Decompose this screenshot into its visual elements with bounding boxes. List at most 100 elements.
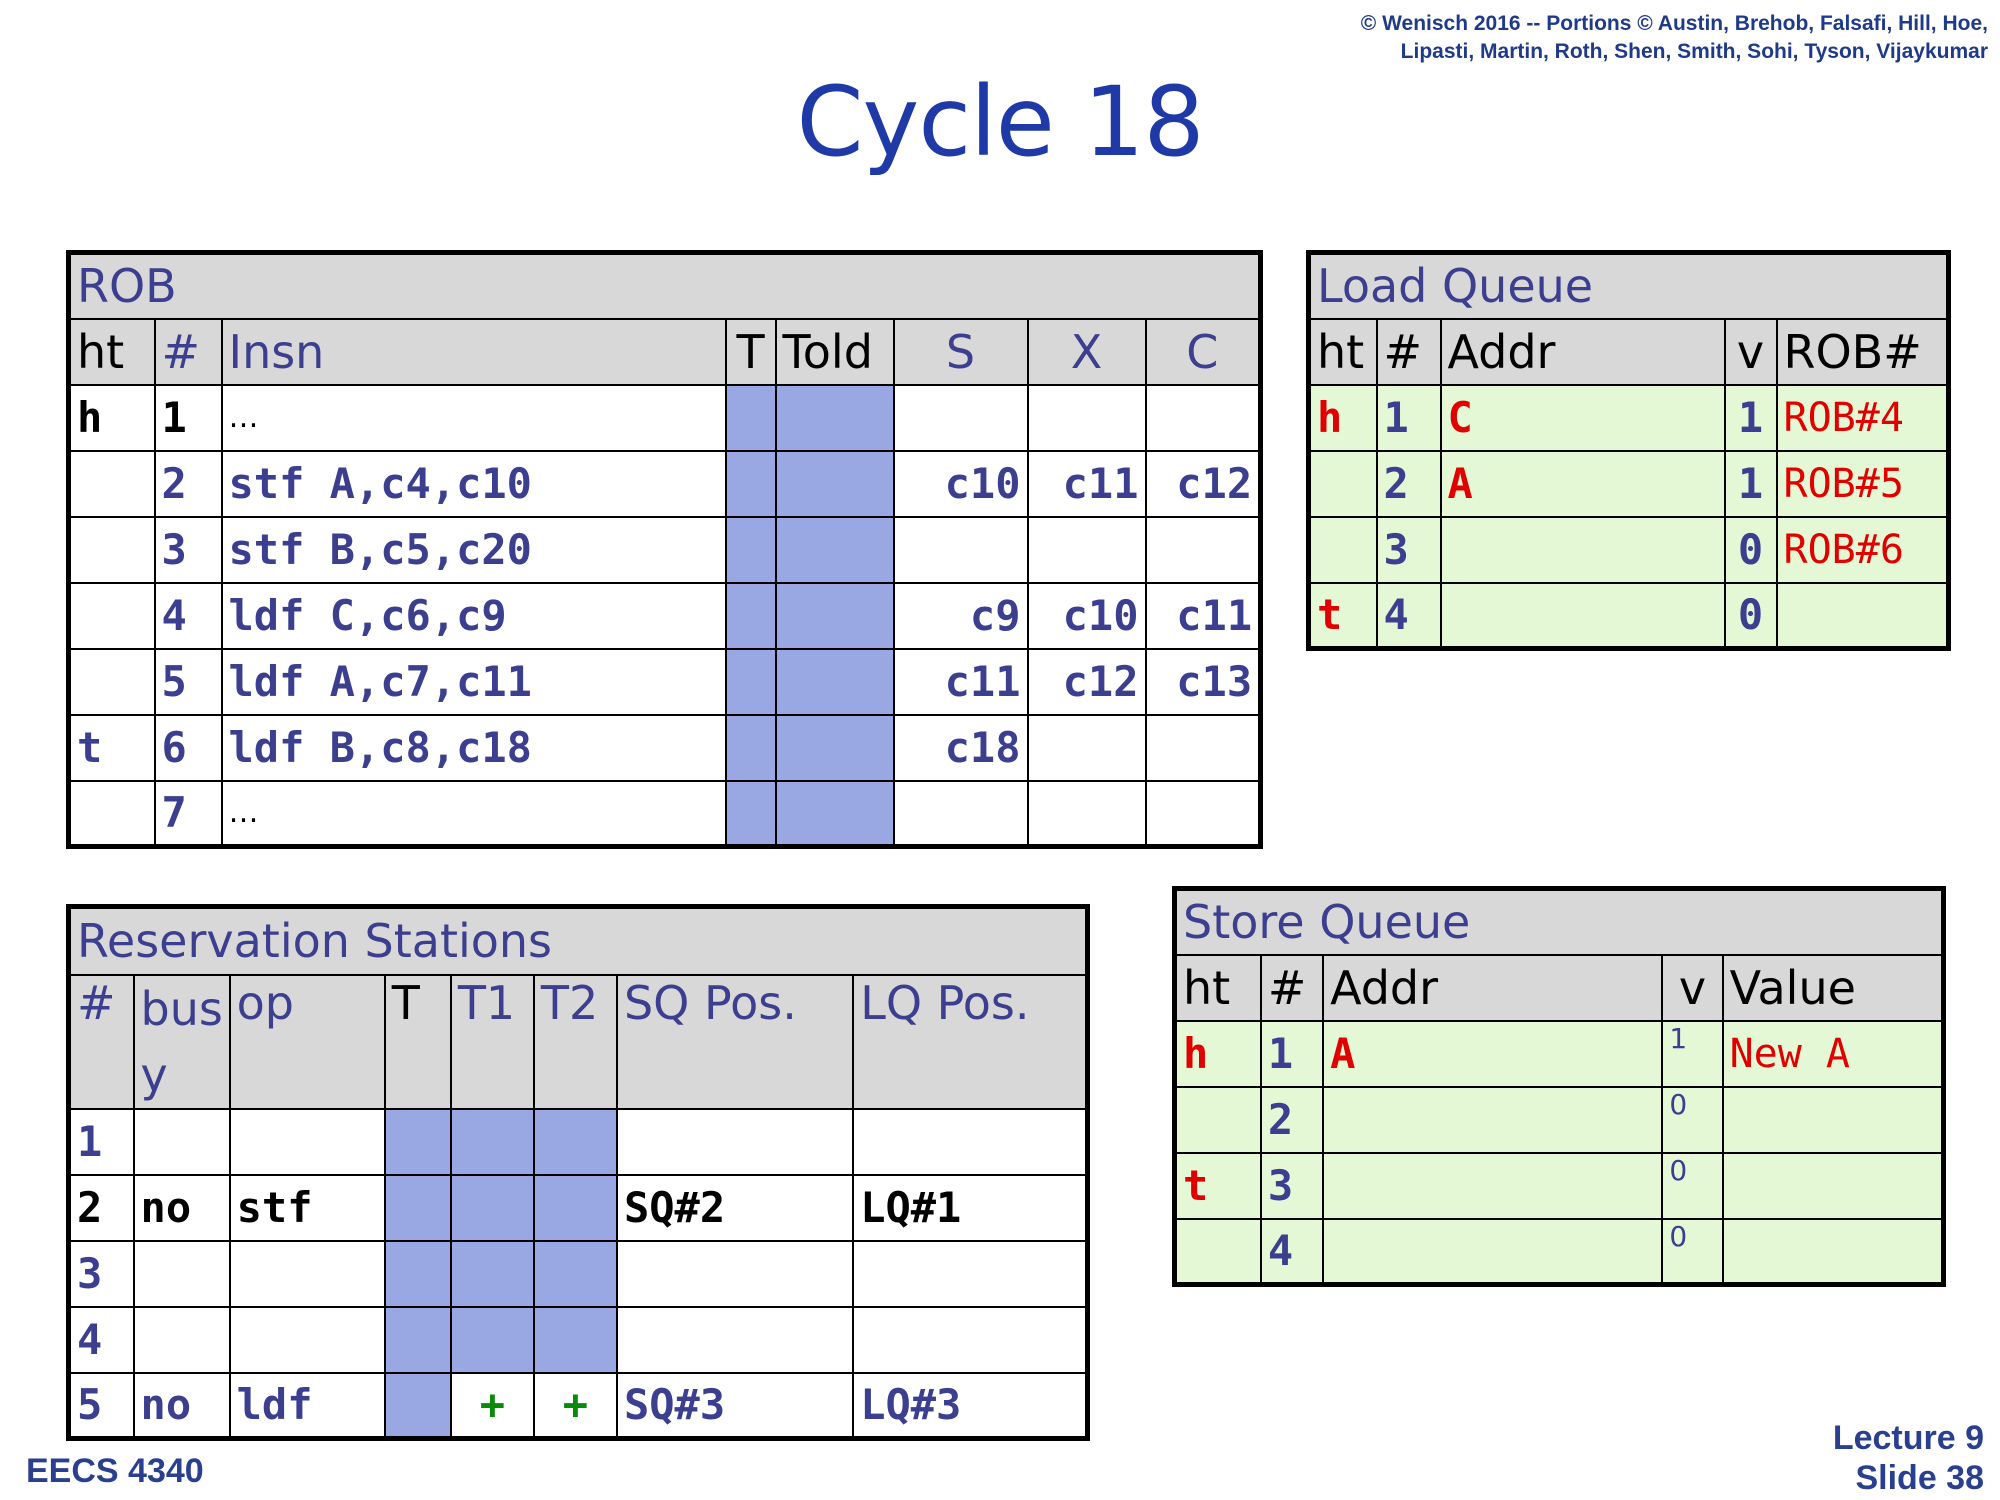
rs-header-t: T [383,973,452,1110]
rob-header-c: C [1144,317,1262,386]
rob-caption: ROB [67,251,1262,320]
sq-ht: h [1173,1019,1262,1088]
rs-sq: SQ#2 [615,1173,855,1242]
rs-lq: LQ#1 [852,1173,1089,1242]
rs-num: 1 [67,1107,135,1176]
rob-x: c12 [1026,647,1147,716]
rob-insn: stf A,c4,c10 [220,449,727,518]
rob-s [892,383,1029,452]
rs-t1 [449,1173,535,1242]
lq-rob: ROB#4 [1775,383,1950,452]
rob-row-2: 2 stf A,c4,c10 c10 c11 c12 [67,449,1262,518]
rs-lq [852,1305,1089,1374]
rob-told [774,449,895,518]
rob-t [724,449,777,518]
lq-v: 1 [1723,383,1778,452]
rob-t [724,647,777,716]
rob-ht [67,779,156,848]
rs-t1 [449,1305,535,1374]
rob-c [1144,713,1262,782]
rs-t2: + [532,1371,618,1440]
rob-s [892,515,1029,584]
rob-s: c9 [892,581,1029,650]
rob-num: 5 [153,647,223,716]
lq-num: 3 [1375,515,1442,584]
copyright-notice: © Wenisch 2016 -- Portions © Austin, Bre… [1188,10,1988,66]
lq-addr: C [1439,383,1726,452]
reservation-stations-table: Reservation Stations # bus y op T T1 T2 S… [66,904,1090,1441]
rs-header-sq: SQ Pos. [615,973,855,1110]
rs-lq: LQ#3 [852,1371,1089,1440]
lq-row-1: h 1 C 1 ROB#4 [1307,383,1950,452]
rs-row-4: 4 [67,1305,1089,1374]
rs-row-3: 3 [67,1239,1089,1308]
load-queue-caption: Load Queue [1307,251,1950,320]
rob-ht: h [67,383,156,452]
rob-num: 4 [153,581,223,650]
rs-header-busy-line2: y [140,1047,168,1102]
rob-ht [67,581,156,650]
rs-busy: no [132,1371,231,1440]
sq-v: 0 [1661,1151,1724,1220]
rob-c [1144,779,1262,848]
rs-t1 [449,1107,535,1176]
rs-sq [615,1305,855,1374]
lq-row-4: t 4 0 [1307,581,1950,650]
lq-v: 0 [1723,581,1778,650]
lq-ht [1307,449,1378,518]
sq-num: 1 [1259,1019,1325,1088]
rob-header-t: T [724,317,777,386]
lq-row-3: 3 0 ROB#6 [1307,515,1950,584]
sq-value [1721,1151,1945,1220]
rob-told [774,383,895,452]
sq-header-addr: Addr [1322,953,1664,1022]
sq-addr [1322,1217,1664,1286]
lq-header-num: # [1375,317,1442,386]
lq-row-2: 2 A 1 ROB#5 [1307,449,1950,518]
rs-header-t1: T1 [449,973,535,1110]
lq-header-rob: ROB# [1775,317,1950,386]
store-queue-caption: Store Queue [1173,887,1945,956]
rob-insn: ldf B,c8,c18 [220,713,727,782]
copyright-line-2: Lipasti, Martin, Roth, Shen, Smith, Sohi… [1400,40,1988,63]
rob-header-ht: ht [67,317,156,386]
rob-c: c12 [1144,449,1262,518]
rs-sq [615,1239,855,1308]
lq-addr [1439,581,1726,650]
sq-v: 0 [1661,1085,1724,1154]
rob-x: c10 [1026,581,1147,650]
lq-header-addr: Addr [1439,317,1726,386]
rs-header-num: # [67,973,135,1110]
rob-row-7: 7 … [67,779,1262,848]
sq-header-value: Value [1721,953,1945,1022]
sq-ht [1173,1217,1262,1286]
course-label: EECS 4340 [26,1452,204,1490]
rob-c [1144,383,1262,452]
rs-op [228,1305,386,1374]
lq-ht: t [1307,581,1378,650]
rs-t [383,1107,452,1176]
rob-row-3: 3 stf B,c5,c20 [67,515,1262,584]
rs-op [228,1239,386,1308]
lq-num: 4 [1375,581,1442,650]
rs-t2 [532,1107,618,1176]
rob-ht [67,515,156,584]
rs-num: 5 [67,1371,135,1440]
copyright-line-1: © Wenisch 2016 -- Portions © Austin, Bre… [1360,12,1988,35]
rob-num: 3 [153,515,223,584]
rob-s: c10 [892,449,1029,518]
rob-header-x: X [1026,317,1147,386]
sq-v: 1 [1661,1019,1724,1088]
rs-t2 [532,1239,618,1308]
rs-num: 2 [67,1173,135,1242]
rob-insn: … [220,779,727,848]
sq-num: 4 [1259,1217,1325,1286]
lq-num: 2 [1375,449,1442,518]
lq-num: 1 [1375,383,1442,452]
rs-t2 [532,1173,618,1242]
sq-addr: A [1322,1019,1664,1088]
rs-t [383,1239,452,1308]
sq-ht [1173,1085,1262,1154]
rs-busy [132,1107,231,1176]
load-queue-table: Load Queue ht # Addr v ROB# h 1 C 1 ROB#… [1306,250,1952,651]
